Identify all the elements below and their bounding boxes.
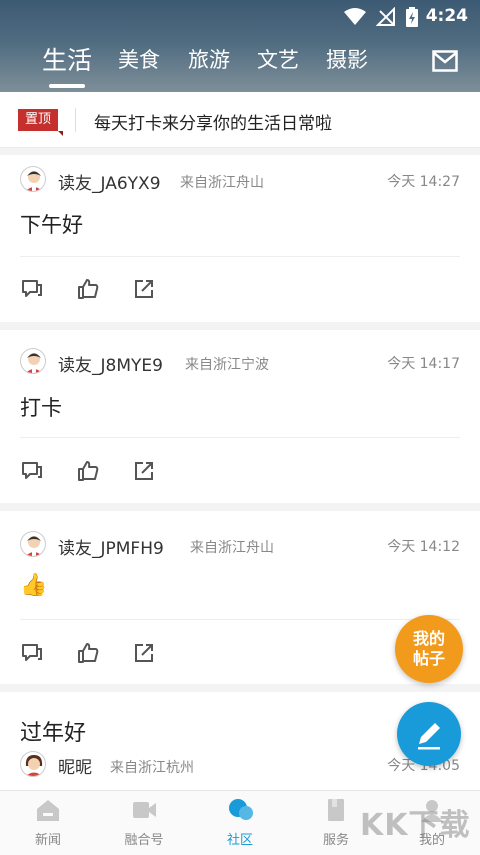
community-icon <box>229 799 253 820</box>
tab-travel[interactable]: 旅游 <box>188 44 230 74</box>
post-content[interactable]: 👍 <box>20 573 47 598</box>
battery-charging-icon <box>406 7 418 27</box>
nav-media-account[interactable]: 融合号 <box>104 797 184 848</box>
post-actions <box>20 277 156 301</box>
comment-icon[interactable] <box>20 277 44 301</box>
nav-media-account-label: 融合号 <box>124 833 164 848</box>
post-time: 今天 14:27 <box>387 174 460 190</box>
nav-news[interactable]: 新闻 <box>8 797 88 848</box>
active-tab-indicator <box>49 84 85 88</box>
post-divider <box>20 256 460 257</box>
like-icon[interactable] <box>76 277 100 301</box>
pinned-banner[interactable]: 置顶 每天打卡来分享你的生活日常啦 <box>0 92 480 148</box>
my-posts-line1: 我的 <box>412 629 445 648</box>
post-actions <box>20 459 156 483</box>
like-icon[interactable] <box>76 641 100 665</box>
news-icon <box>37 800 59 821</box>
nav-community[interactable]: 社区 <box>200 797 280 848</box>
watermark: KK下载 <box>360 808 471 843</box>
category-tabs: 生活 美食 旅游 文艺 摄影 <box>0 44 480 88</box>
post-divider <box>20 619 460 620</box>
my-posts-button[interactable]: 我的 帖子 <box>395 615 463 683</box>
nav-community-label: 社区 <box>226 833 253 848</box>
post-content[interactable]: 打卡 <box>20 392 62 422</box>
tab-photography[interactable]: 摄影 <box>326 44 368 74</box>
pinned-text: 每天打卡来分享你的生活日常啦 <box>94 114 332 134</box>
mail-icon[interactable] <box>432 50 458 72</box>
post-username[interactable]: 昵昵 <box>58 753 92 778</box>
share-icon[interactable] <box>132 277 156 301</box>
post-username[interactable]: 读友_JPMFH9 <box>58 534 164 559</box>
tab-life[interactable]: 生活 <box>42 41 92 77</box>
pencil-icon <box>418 723 440 750</box>
avatar[interactable] <box>20 166 46 192</box>
services-icon <box>328 799 344 821</box>
post-location: 来自浙江舟山 <box>190 540 274 556</box>
compose-button[interactable] <box>397 702 461 766</box>
comment-icon[interactable] <box>20 641 44 665</box>
status-time: 4:24 <box>425 6 468 26</box>
post-time: 今天 14:12 <box>387 539 460 555</box>
status-bar: 4:24 <box>0 0 480 34</box>
tab-food[interactable]: 美食 <box>118 44 160 74</box>
header: 4:24 生活 美食 旅游 文艺 摄影 <box>0 0 480 92</box>
post-location: 来自浙江舟山 <box>180 175 264 191</box>
comment-icon[interactable] <box>20 459 44 483</box>
status-icons <box>344 7 418 27</box>
tab-arts[interactable]: 文艺 <box>257 44 299 74</box>
pinned-badge: 置顶 <box>18 109 63 136</box>
share-icon[interactable] <box>132 459 156 483</box>
post-content[interactable]: 过年好 <box>20 715 86 747</box>
avatar[interactable] <box>20 751 46 777</box>
pinned-separator <box>75 108 76 132</box>
wifi-icon <box>344 8 366 25</box>
post-card[interactable]: 读友_JA6YX9 来自浙江舟山 今天 14:27 下午好 <box>0 155 480 322</box>
post-content[interactable]: 下午好 <box>20 209 83 239</box>
my-posts-line2: 帖子 <box>412 649 445 668</box>
post-username[interactable]: 读友_JA6YX9 <box>58 169 161 194</box>
share-icon[interactable] <box>132 641 156 665</box>
post-username[interactable]: 读友_J8MYE9 <box>58 351 163 376</box>
video-icon <box>133 802 156 818</box>
post-location: 来自浙江宁波 <box>185 357 269 373</box>
post-actions <box>20 641 156 665</box>
like-icon[interactable] <box>76 459 100 483</box>
avatar[interactable] <box>20 531 46 557</box>
no-signal-icon <box>376 7 395 26</box>
post-time: 今天 14:17 <box>387 356 460 372</box>
post-divider <box>20 437 460 438</box>
post-card[interactable]: 读友_J8MYE9 来自浙江宁波 今天 14:17 打卡 <box>0 330 480 503</box>
post-location: 来自浙江杭州 <box>110 760 194 776</box>
nav-news-label: 新闻 <box>34 833 61 848</box>
avatar[interactable] <box>20 348 46 374</box>
